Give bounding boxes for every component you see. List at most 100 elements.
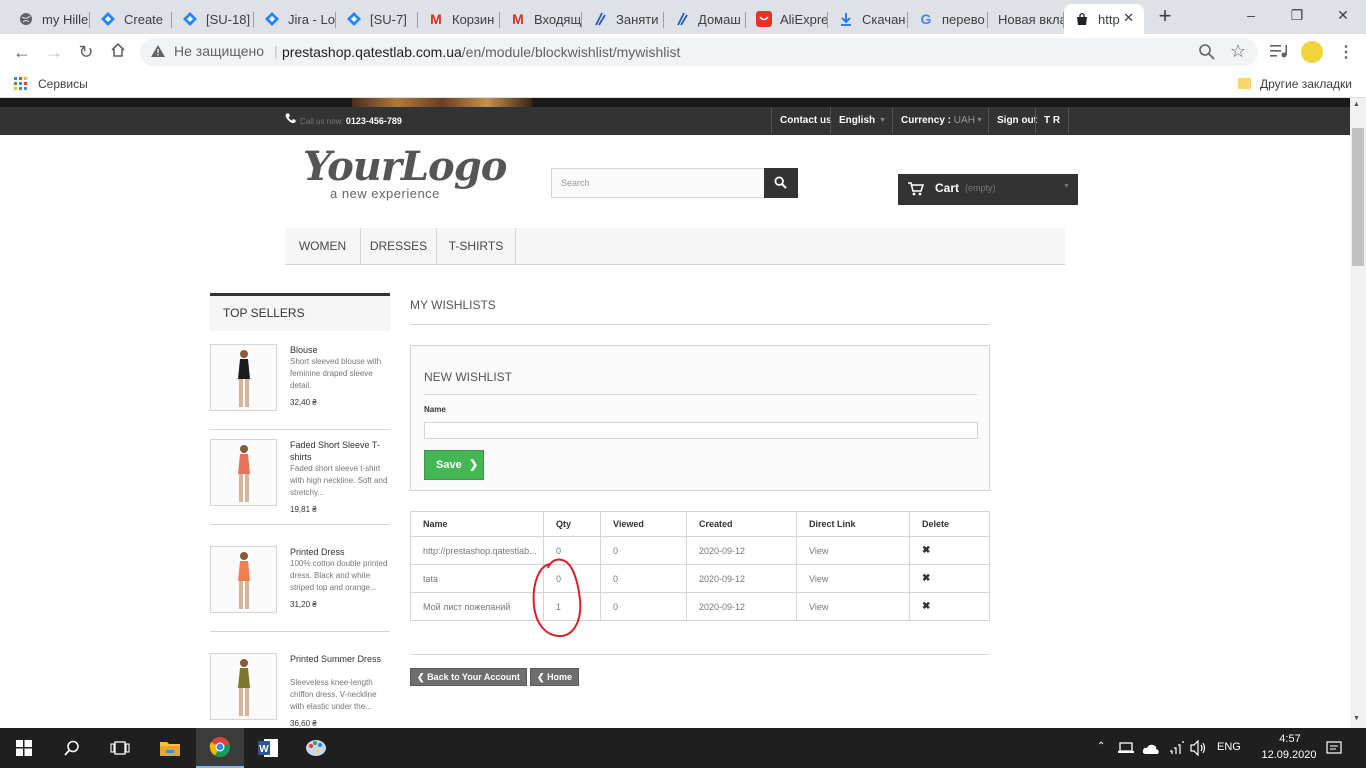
browser-tab[interactable]: Jira - Lo [254,4,336,34]
url-path: /en/module/blockwishlist/mywishlist [461,44,681,60]
clock-date[interactable]: 12.09.2020 [1256,749,1322,761]
delete-icon[interactable]: ✖ [922,545,930,556]
top-sellers-title[interactable]: TOP SELLERS [223,306,305,320]
product-image[interactable] [210,653,277,720]
browser-tab[interactable]: M Корзин [418,4,500,34]
cart-block[interactable]: Cart (empty) ▼ [898,174,1078,205]
restore-button[interactable]: ❐ [1282,4,1312,26]
security-indicator[interactable]: Не защищено | [150,43,278,59]
home-button[interactable]: ❮ Home [530,668,580,686]
chevron-up-icon[interactable]: ⌃ [1097,741,1105,752]
direct-link-view[interactable]: View [796,592,910,621]
bookmark-apps[interactable]: Сервисы [38,77,88,91]
browser-tab[interactable]: Скачан [828,4,908,34]
menu-item-t-shirts[interactable]: T-SHIRTS [437,228,516,265]
close-window-button[interactable]: ✕ [1328,4,1358,26]
bookmark-other[interactable]: Другие закладки [1260,77,1352,91]
account-link[interactable]: T R [1035,107,1070,135]
product-name[interactable]: Printed Summer Dress [290,653,390,665]
wifi-icon[interactable] [1168,740,1184,761]
call-label: Call us now: [300,117,344,126]
home-label: Home [547,672,573,682]
product-image[interactable] [210,439,277,506]
media-control-icon[interactable] [1270,44,1288,63]
scroll-up-arrow-icon[interactable]: ▲ [1353,101,1360,108]
direct-link-view[interactable]: View [796,536,910,565]
column-header: Name [410,511,544,537]
file-explorer-icon[interactable] [146,728,194,768]
network-drive-icon[interactable] [1118,741,1134,760]
search-input[interactable]: Search [551,168,765,198]
browser-tab[interactable]: Заняти [582,4,664,34]
browser-tab[interactable]: Create [90,4,172,34]
browser-tab[interactable]: Новая вкла [988,4,1064,34]
paint-icon[interactable] [292,728,340,768]
product-name[interactable]: Faded Short Sleeve T-shirts [290,439,390,463]
word-icon[interactable]: W [244,728,292,768]
jira-icon [346,11,362,27]
globe-icon [18,11,34,27]
save-label: Save [436,459,462,471]
new-wishlist-title: NEW WISHLIST [424,370,513,384]
task-view-icon[interactable] [96,728,144,768]
bookmark-star-icon[interactable]: ☆ [1230,41,1246,62]
clock-time[interactable]: 4:57 [1268,733,1312,745]
wishlist-name-input[interactable] [424,422,978,439]
logo-tagline: a new experience [330,186,440,201]
delete-icon[interactable]: ✖ [922,573,930,584]
wishlist-name-link[interactable]: Мой лист пожеланий [410,592,544,621]
browser-tab[interactable]: M Входящ [500,4,582,34]
product-name[interactable]: Blouse [290,344,390,356]
browser-tab[interactable]: [SU-7] [336,4,418,34]
reload-icon[interactable]: ↻ [73,39,99,65]
scroll-down-arrow-icon[interactable]: ▼ [1353,715,1360,722]
delete-icon[interactable]: ✖ [922,601,930,612]
windows-start-icon[interactable] [0,728,48,768]
notification-center-icon[interactable] [1326,740,1342,761]
home-icon[interactable] [105,39,131,65]
browser-tab[interactable]: [SU-18] [172,4,254,34]
minimize-button[interactable]: – [1236,4,1266,26]
gmail-icon: M [512,11,524,27]
page-title: MY WISHLISTS [410,298,496,312]
search-button[interactable] [764,168,798,198]
url-text[interactable]: prestashop.qatestlab.com.ua/en/module/bl… [282,44,680,60]
product-image[interactable] [210,344,277,411]
menu-item-dresses[interactable]: DRESSES [361,228,437,265]
profile-avatar[interactable] [1301,41,1323,63]
tab-title: [SU-7] [370,11,407,27]
language-selector[interactable]: English ▼ [830,107,891,135]
cart-status: (empty) [965,183,996,193]
menu-item-women[interactable]: WOMEN [285,228,361,265]
scrollbar-thumb[interactable] [1352,128,1364,266]
direct-link-view[interactable]: View [796,564,910,593]
browser-tab[interactable]: my Hille [8,4,90,34]
save-button[interactable]: Save ❯ [424,450,484,480]
browser-tab[interactable]: Gперево [908,4,988,34]
delete-cell: ✖ [909,564,990,593]
site-logo[interactable]: YourLogo a new experience [303,146,507,206]
search-icon[interactable] [48,728,96,768]
security-label: Не защищено [174,43,264,59]
browser-tab[interactable]: AliExpre [746,4,828,34]
currency-selector[interactable]: Currency : UAH ▼ [892,107,988,135]
zoom-icon[interactable] [1198,43,1216,66]
wishlist-name-link[interactable]: http://prestashop.qatestlab... [410,536,544,565]
product-image[interactable] [210,546,277,613]
browser-tab[interactable]: http ✕ [1064,4,1144,34]
forward-arrow-icon[interactable]: → [41,39,67,65]
url-host: prestashop.qatestlab.com.ua [282,44,462,60]
chrome-taskbar-icon[interactable] [196,728,244,768]
input-language[interactable]: ENG [1217,741,1241,753]
new-tab-button[interactable]: + [1154,5,1176,28]
browser-tab[interactable]: Домаш [664,4,746,34]
close-tab-icon[interactable]: ✕ [1123,10,1134,26]
back-arrow-icon[interactable]: ← [9,39,35,65]
volume-icon[interactable] [1190,739,1208,761]
product-name[interactable]: Printed Dress [290,546,390,558]
back-to-account-button[interactable]: ❮ Back to Your Account [410,668,527,686]
onedrive-icon[interactable] [1142,742,1160,760]
chrome-menu-icon[interactable]: ⋮ [1338,42,1354,62]
wishlist-name-link[interactable]: tata [410,564,544,593]
apps-grid-icon[interactable] [14,77,28,96]
